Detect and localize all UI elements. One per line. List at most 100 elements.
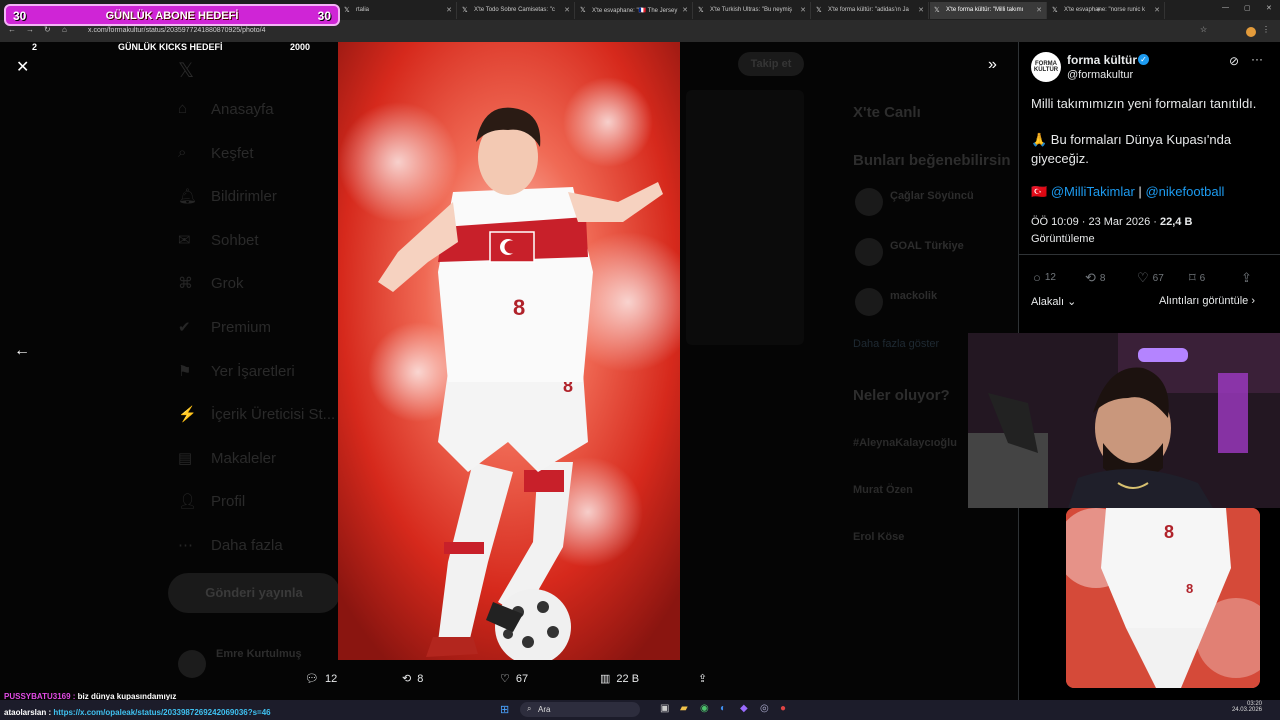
discord-icon[interactable]: ◆: [740, 703, 748, 714]
reply-count: 12: [1044, 272, 1056, 283]
post-button[interactable]: Gönderi yayınla: [168, 573, 340, 613]
close-window-icon[interactable]: ✕: [1266, 4, 1272, 12]
maximize-window-icon[interactable]: ▢: [1244, 4, 1251, 12]
sidebar-item[interactable]: Bildirimler: [211, 188, 277, 205]
user-avatar[interactable]: [178, 650, 206, 678]
tab-title: X'te esvaphane: "🇫🇷 The Jersey: [592, 8, 678, 14]
photo-retweet-button[interactable]: ⟲ 8: [402, 672, 423, 686]
mention-millitakimlar[interactable]: @MilliTakimlar: [1051, 184, 1135, 199]
grok-icon: ⌘: [178, 275, 193, 293]
windows-start-icon[interactable]: ⊞: [500, 703, 509, 716]
grok-icon[interactable]: ⊘: [1229, 54, 1239, 68]
author-avatar[interactable]: FORMA KÜLTÜR: [1031, 52, 1061, 82]
like-button[interactable]: ♡ 67: [1137, 270, 1164, 286]
sidebar-item[interactable]: Anasayfa: [211, 101, 274, 118]
tweet-photo[interactable]: 8 8: [338, 42, 680, 660]
browser-tab[interactable]: 𝕏rtalia ✕: [340, 2, 457, 19]
sidebar-item[interactable]: Makaleler: [211, 450, 276, 467]
obs-icon[interactable]: ●: [780, 703, 786, 714]
previous-photo-icon[interactable]: ←: [14, 342, 30, 360]
browser-tab[interactable]: 𝕏 X'te esvaphane: "norse runic k ✕: [1048, 2, 1165, 19]
close-tab-icon[interactable]: ✕: [918, 6, 924, 14]
heart-icon: ♡: [1137, 270, 1149, 285]
photo-share-button[interactable]: ⇪: [698, 672, 707, 685]
star-icon[interactable]: ☆: [1200, 25, 1207, 34]
reload-icon[interactable]: ↻: [44, 25, 51, 34]
suggested-user-name[interactable]: Çağlar Söyüncü: [890, 190, 974, 202]
x-favicon-icon: 𝕏: [934, 7, 940, 14]
creator-studio-icon: ⚡: [178, 406, 197, 424]
minimize-window-icon[interactable]: —: [1222, 4, 1229, 11]
bookmark-button[interactable]: ⌑ 6: [1189, 270, 1205, 286]
close-tab-icon[interactable]: ✕: [682, 6, 688, 14]
browser-tab[interactable]: 𝕏 X'te forma kültür: "adidas'ın Ja ✕: [812, 2, 929, 19]
browser-tab[interactable]: 𝕏 X'te esvaphane: "🇫🇷 The Jersey ✕: [576, 2, 693, 19]
collapse-panel-icon[interactable]: »: [988, 56, 997, 74]
browser-tab[interactable]: 𝕏 X'te Todo Sobre Camisetas: "c ✕: [458, 2, 575, 19]
more-options-icon[interactable]: ···: [1251, 52, 1263, 66]
retweet-button[interactable]: ⟲ 8: [1085, 270, 1105, 286]
subscriber-goal-bar: 30 GÜNLÜK ABONE HEDEFİ 30: [4, 4, 340, 26]
author-handle[interactable]: @formakultur: [1067, 69, 1133, 81]
taskbar-clock[interactable]: 03:20 24.03.2026: [1222, 701, 1262, 713]
suggested-user-name[interactable]: mackolik: [890, 290, 937, 302]
steam-icon[interactable]: ◎: [760, 703, 769, 714]
close-photo-icon[interactable]: ✕: [16, 57, 29, 77]
svg-text:8: 8: [1164, 522, 1174, 542]
close-tab-icon[interactable]: ✕: [1154, 6, 1160, 14]
taskbar-search[interactable]: Ara: [520, 702, 640, 717]
tweet-timestamp[interactable]: ÖÖ 10:09 · 23 Mar 2026 ·: [1031, 216, 1157, 228]
file-explorer-icon[interactable]: ▰: [680, 703, 688, 714]
trend-item[interactable]: Erol Köse: [853, 531, 904, 543]
retweet-icon: ⟲: [1085, 270, 1096, 285]
edge-icon[interactable]: ◐: [720, 703, 726, 714]
author-name[interactable]: forma kültür: [1067, 53, 1137, 67]
new-tab-icon[interactable]: +: [1096, 5, 1101, 14]
browser-tab[interactable]: 𝕏 X'te Turkish Ultras: "Bu neymiş ✕: [694, 2, 811, 19]
sidebar-item[interactable]: İçerik Üreticisi St...: [211, 406, 335, 423]
share-button[interactable]: ⇪: [1241, 270, 1252, 286]
sidebar-item[interactable]: Profil: [211, 493, 245, 510]
task-view-icon[interactable]: ▣: [660, 703, 669, 714]
sidebar-item[interactable]: Grok: [211, 275, 244, 292]
sidebar-item[interactable]: Keşfet: [211, 145, 254, 162]
suggested-user-avatar[interactable]: [855, 288, 883, 316]
photo-like-button[interactable]: ♡ 67: [500, 672, 528, 686]
more-icon: ⋯: [178, 537, 193, 554]
like-count: 67: [1152, 272, 1164, 284]
back-icon[interactable]: ←: [8, 25, 16, 34]
sidebar-item[interactable]: Yer İşaretleri: [211, 363, 295, 380]
follow-button[interactable]: Takip et: [738, 52, 804, 76]
photo-views-button[interactable]: ▥ 22 B: [600, 672, 639, 686]
sort-label: Alakalı: [1031, 296, 1065, 308]
trend-item[interactable]: Murat Özen: [853, 484, 913, 496]
reply-button[interactable]: ○ 12: [1033, 270, 1056, 285]
browser-tab[interactable]: 𝕏 X'te forma kültür: "Milli takımı ✕: [930, 2, 1047, 19]
bookmark-icon: ⌑: [1189, 270, 1196, 285]
url-field[interactable]: x.com/formakultur/status/203597724188087…: [80, 24, 980, 38]
close-tab-icon[interactable]: ✕: [800, 6, 806, 14]
suggested-user-avatar[interactable]: [855, 238, 883, 266]
trend-item[interactable]: #AleynaKalaycıoğlu: [853, 437, 957, 449]
mention-nikefootball[interactable]: @nikefootball: [1145, 184, 1224, 199]
live-heading: X'te Canlı: [853, 104, 921, 121]
close-tab-icon[interactable]: ✕: [564, 6, 570, 14]
premium-icon: ✔: [178, 319, 191, 336]
sidebar-item[interactable]: Sohbet: [211, 232, 259, 249]
clock-date: 24.03.2026: [1231, 707, 1262, 713]
home-icon[interactable]: ⌂: [62, 25, 67, 34]
show-more-link[interactable]: Daha fazla göster: [853, 338, 939, 350]
sidebar-item[interactable]: Daha fazla: [211, 537, 283, 554]
suggested-user-avatar[interactable]: [855, 188, 883, 216]
view-quotes-link[interactable]: Alıntıları görüntüle ›: [1159, 295, 1255, 307]
sidebar-item[interactable]: Premium: [211, 319, 271, 336]
profile-avatar-icon[interactable]: [1246, 27, 1256, 37]
chrome-icon[interactable]: ◉: [700, 703, 709, 714]
close-tab-icon[interactable]: ✕: [446, 6, 452, 14]
close-tab-icon[interactable]: ✕: [1036, 6, 1042, 14]
suggested-user-name[interactable]: GOAL Türkiye: [890, 240, 964, 252]
sort-dropdown[interactable]: Alakalı ⌄: [1031, 295, 1076, 308]
photo-reply-button[interactable]: 💬︎ 12: [305, 672, 337, 686]
menu-dots-icon[interactable]: ⋮: [1262, 25, 1270, 34]
forward-icon[interactable]: →: [26, 25, 34, 34]
